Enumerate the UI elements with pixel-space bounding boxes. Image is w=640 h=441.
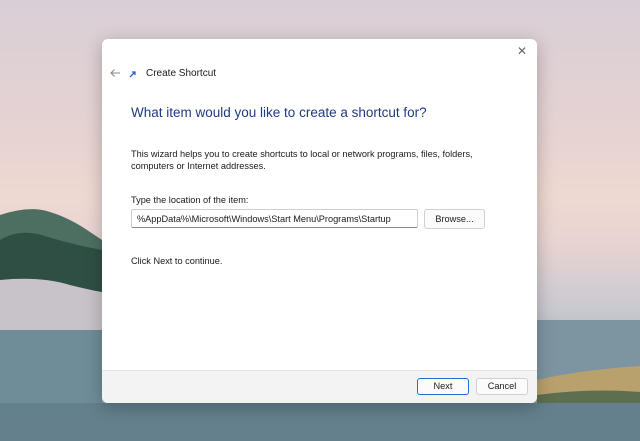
wizard-description: This wizard helps you to create shortcut…	[131, 149, 473, 171]
close-icon[interactable]: ✕	[515, 44, 529, 58]
location-input[interactable]	[131, 209, 418, 228]
back-arrow-icon[interactable]	[108, 66, 122, 80]
create-shortcut-dialog: ✕ Create Shortcut What item would you li…	[102, 39, 537, 403]
shortcut-arrow-icon	[129, 71, 136, 78]
next-button[interactable]: Next	[417, 378, 469, 395]
cancel-button[interactable]: Cancel	[476, 378, 528, 395]
page-heading: What item would you like to create a sho…	[131, 105, 427, 120]
dialog-footer	[102, 370, 537, 403]
desktop-background: ✕ Create Shortcut What item would you li…	[0, 0, 640, 441]
dialog-title: Create Shortcut	[146, 68, 217, 79]
continue-hint: Click Next to continue.	[131, 256, 223, 266]
browse-button[interactable]: Browse...	[424, 209, 485, 229]
location-label: Type the location of the item:	[131, 195, 249, 205]
